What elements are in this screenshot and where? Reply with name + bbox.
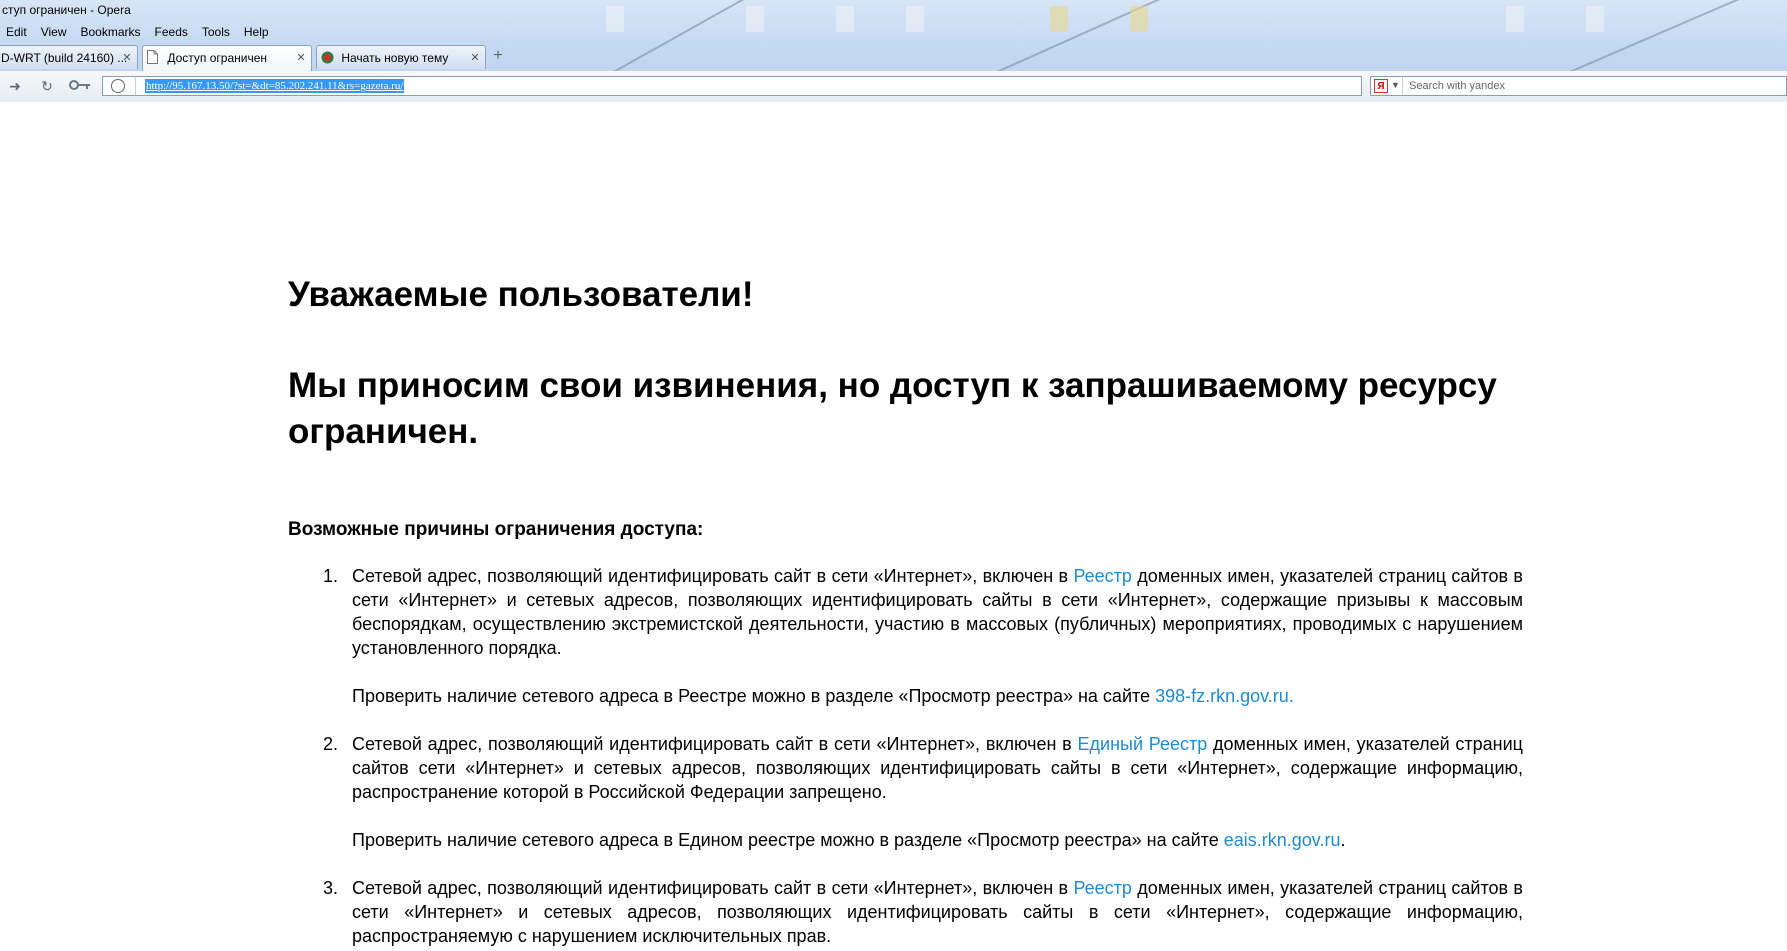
menu-feeds[interactable]: Feeds <box>148 22 195 42</box>
tab-ddwrt[interactable]: D-WRT (build 24160) ... ✕ <box>0 45 138 69</box>
forward-icon[interactable]: ➜ <box>6 77 24 95</box>
reason-number: 3. <box>323 878 339 898</box>
forum-icon <box>321 48 334 64</box>
yandex-icon[interactable]: Я <box>1374 79 1388 93</box>
tab-new-topic[interactable]: Начать новую тему ✕ <box>316 45 486 69</box>
page-greeting: Уважаемые пользователи! <box>288 275 754 314</box>
registry-link[interactable]: Реестр <box>1073 878 1132 898</box>
tab-label: Доступ ограничен <box>167 51 268 65</box>
page-content: Уважаемые пользователи! Мы приносим свои… <box>0 103 1787 951</box>
reason-text: Сетевой адрес, позволяющий идентифициров… <box>352 878 1523 946</box>
tab-label: Начать новую тему <box>341 51 449 65</box>
window-title: ступ ограничен - Opera <box>2 3 131 17</box>
chevron-down-icon[interactable]: ▼ <box>1391 80 1400 90</box>
reason-check-text: Проверить наличие сетевого адреса в Реес… <box>352 686 1294 706</box>
search-box[interactable]: Я ▼ <box>1370 76 1787 96</box>
reasons-heading: Возможные причины ограничения доступа: <box>288 519 704 540</box>
menu-edit[interactable]: Edit <box>0 22 34 42</box>
registry-link[interactable]: Реестр <box>1073 566 1132 586</box>
address-separator <box>135 77 136 95</box>
reload-icon[interactable]: ↻ <box>38 77 56 95</box>
menu-bookmarks[interactable]: Bookmarks <box>73 22 147 42</box>
close-icon[interactable]: ✕ <box>121 46 133 69</box>
address-bar[interactable]: http://95.167.13.50/?st=&dt=85.202.241.1… <box>102 76 1362 96</box>
menu-help[interactable]: Help <box>237 22 276 42</box>
menu-tools[interactable]: Tools <box>195 22 237 42</box>
site-info-icon[interactable] <box>111 79 125 93</box>
list-item: 3. Сетевой адрес, позволяющий идентифици… <box>288 876 1523 948</box>
reason-text: Сетевой адрес, позволяющий идентифициров… <box>352 734 1523 802</box>
tab-access-restricted[interactable]: Доступ ограничен ✕ <box>142 45 312 71</box>
new-tab-button[interactable]: + <box>490 47 506 65</box>
list-item: 1. Сетевой адрес, позволяющий идентифици… <box>288 564 1523 708</box>
page-apology: Мы приносим свои извинения, но доступ к … <box>288 366 1497 451</box>
close-icon[interactable]: ✕ <box>469 46 481 69</box>
eais-rkn-link[interactable]: eais.rkn.gov.ru <box>1224 830 1341 850</box>
rkn-398fz-link[interactable]: 398-fz.rkn.gov.ru. <box>1155 686 1294 706</box>
search-separator <box>1402 77 1403 95</box>
reason-number: 2. <box>323 734 339 754</box>
key-icon[interactable] <box>68 77 92 95</box>
reasons-list: 1. Сетевой адрес, позволяющий идентифици… <box>288 564 1523 951</box>
address-url[interactable]: http://95.167.13.50/?st=&dt=85.202.241.1… <box>145 79 405 93</box>
unified-registry-link[interactable]: Единый Реестр <box>1078 734 1208 754</box>
menu-bar: Edit View Bookmarks Feeds Tools Help <box>0 22 276 42</box>
tab-label: D-WRT (build 24160) ... <box>1 51 128 65</box>
page-icon <box>147 48 159 64</box>
browser-chrome: ступ ограничен - Opera Edit View Bookmar… <box>0 0 1787 102</box>
navigation-bar: ➜ ↻ http://95.167.13.50/?st=&dt=85.202.2… <box>0 71 1787 102</box>
close-icon[interactable]: ✕ <box>295 46 307 70</box>
reason-check-text: Проверить наличие сетевого адреса в Един… <box>352 830 1346 850</box>
reason-number: 1. <box>323 566 339 586</box>
search-input[interactable] <box>1409 78 1769 94</box>
tab-bar: D-WRT (build 24160) ... ✕ Доступ огранич… <box>0 45 1787 71</box>
list-item: 2. Сетевой адрес, позволяющий идентифици… <box>288 732 1523 852</box>
reason-text: Сетевой адрес, позволяющий идентифициров… <box>352 566 1523 658</box>
menu-view[interactable]: View <box>34 22 74 42</box>
